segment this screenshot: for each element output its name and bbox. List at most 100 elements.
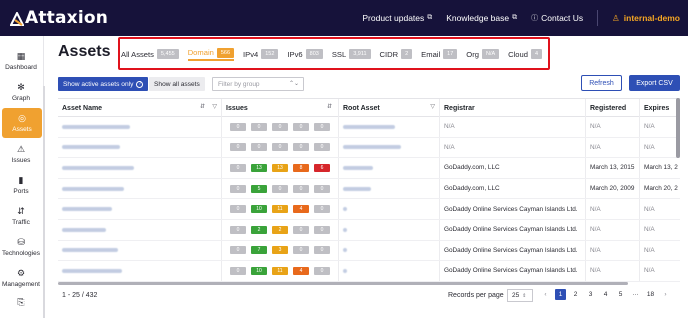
sidebar-item-more[interactable]: ⎘ xyxy=(0,294,42,310)
column-registrar[interactable]: Registrar xyxy=(440,99,586,117)
issue-count-badge[interactable]: 0 xyxy=(230,205,246,214)
sidebar-scrollbar[interactable] xyxy=(43,86,45,318)
records-per-page-select[interactable]: 25 ⇕ xyxy=(507,289,533,302)
root-asset-cell[interactable] xyxy=(339,158,440,178)
table-row[interactable]: 0 10 11 4 0 GoDaddy Online Services Cayman Is… xyxy=(58,199,680,220)
issue-count-badge[interactable]: 0 xyxy=(293,225,309,234)
column-registered[interactable]: Registered xyxy=(586,99,640,117)
asset-name-cell[interactable] xyxy=(58,261,222,281)
issue-count-badge[interactable]: 5 xyxy=(251,184,267,193)
user-menu[interactable]: ♙ internal-demo xyxy=(612,13,680,24)
issue-count-badge[interactable]: 10 xyxy=(251,266,267,275)
issue-count-badge[interactable]: 0 xyxy=(314,184,330,193)
page-button[interactable]: 18 xyxy=(645,289,656,300)
table-row[interactable]: 0 0 0 0 0 N/A N/A N/A xyxy=(58,137,680,159)
attaxion-logo[interactable]: Attaxion xyxy=(9,8,108,28)
root-asset-cell[interactable] xyxy=(339,199,440,219)
page-button[interactable]: 5 xyxy=(615,289,626,300)
asset-name-cell[interactable] xyxy=(58,178,222,199)
page-button[interactable]: 2 xyxy=(570,289,581,300)
issue-count-badge[interactable]: 0 xyxy=(314,225,330,234)
sort-icon[interactable]: ⇵ xyxy=(327,103,332,110)
table-row[interactable]: 0 0 0 0 0 N/A N/A N/A xyxy=(58,117,680,138)
issue-count-badge[interactable]: 0 xyxy=(251,143,267,152)
issue-count-badge[interactable]: 0 xyxy=(230,266,246,275)
sidebar-item-dashboard[interactable]: ▦ Dashboard xyxy=(0,46,42,76)
issue-count-badge[interactable]: 4 xyxy=(293,266,309,275)
asset-name-cell[interactable] xyxy=(58,137,222,158)
issue-count-badge[interactable]: 11 xyxy=(272,266,288,275)
contact-us-link[interactable]: ⓘ Contact Us xyxy=(531,13,583,23)
issue-count-badge[interactable]: 0 xyxy=(251,122,267,131)
knowledge-base-link[interactable]: Knowledge base ⧉ xyxy=(446,13,517,23)
column-expires[interactable]: Expires xyxy=(640,99,680,117)
product-updates-link[interactable]: Product updates ⧉ xyxy=(362,13,432,23)
column-issues[interactable]: Issues ⇵ xyxy=(222,99,339,117)
issue-count-badge[interactable]: 3 xyxy=(272,246,288,255)
filter-icon[interactable]: ▽ xyxy=(430,103,435,110)
root-asset-cell[interactable] xyxy=(339,137,440,158)
sidebar-item-management[interactable]: ⚙ Management xyxy=(0,263,42,293)
issue-count-badge[interactable]: 0 xyxy=(293,184,309,193)
issue-count-badge[interactable]: 8 xyxy=(293,163,309,172)
issue-count-badge[interactable]: 0 xyxy=(230,143,246,152)
sidebar-item-ports[interactable]: ▮ Ports xyxy=(0,170,42,200)
root-asset-cell[interactable] xyxy=(339,178,440,199)
show-all-assets-button[interactable]: Show all assets xyxy=(149,77,205,91)
issue-count-badge[interactable]: 2 xyxy=(272,225,288,234)
issue-count-badge[interactable]: 6 xyxy=(314,163,330,172)
issue-count-badge[interactable]: 0 xyxy=(314,266,330,275)
issue-count-badge[interactable]: 0 xyxy=(293,143,309,152)
issue-count-badge[interactable]: 7 xyxy=(251,246,267,255)
refresh-button[interactable]: Refresh xyxy=(581,75,622,91)
root-asset-cell[interactable] xyxy=(339,240,440,261)
issue-count-badge[interactable]: 13 xyxy=(272,163,288,172)
filter-icon[interactable]: ▽ xyxy=(212,103,217,110)
issue-count-badge[interactable]: 0 xyxy=(293,122,309,131)
table-vertical-scrollbar[interactable] xyxy=(676,98,680,158)
table-row[interactable]: 0 5 0 0 0 GoDaddy.com, LLC March 20, 2009 March… xyxy=(58,178,680,200)
table-row[interactable]: 0 2 2 0 0 GoDaddy Online Services Cayman Isla… xyxy=(58,220,680,241)
column-root-asset[interactable]: Root Asset ▽ xyxy=(339,99,440,117)
issue-count-badge[interactable]: 0 xyxy=(293,246,309,255)
column-asset-name[interactable]: Asset Name ⇵ ▽ xyxy=(58,99,222,117)
root-asset-cell[interactable] xyxy=(339,261,440,281)
page-button[interactable]: 1 xyxy=(555,289,566,300)
sidebar-item-issues[interactable]: ⚠ Issues xyxy=(0,139,42,169)
issue-count-badge[interactable]: 13 xyxy=(251,163,267,172)
issue-count-badge[interactable]: 11 xyxy=(272,205,288,214)
issue-count-badge[interactable]: 10 xyxy=(251,205,267,214)
asset-name-cell[interactable] xyxy=(58,220,222,240)
sidebar-item-technologies[interactable]: ⛁ Technologies xyxy=(0,232,42,262)
issue-count-badge[interactable]: 0 xyxy=(230,122,246,131)
issue-count-badge[interactable]: 0 xyxy=(272,143,288,152)
export-csv-button[interactable]: Export CSV xyxy=(629,75,680,91)
table-row[interactable]: 0 10 11 4 0 GoDaddy Online Services Cayman Is… xyxy=(58,261,680,282)
table-row[interactable]: 0 13 13 8 6 GoDaddy.com, LLC March 13, 2015 Mar… xyxy=(58,158,680,179)
issue-count-badge[interactable]: 0 xyxy=(272,122,288,131)
root-asset-cell[interactable] xyxy=(339,220,440,240)
sidebar-item-assets[interactable]: ◎ Assets xyxy=(2,108,42,138)
issue-count-badge[interactable]: 0 xyxy=(230,163,246,172)
sort-icon[interactable]: ⇵ xyxy=(200,103,205,110)
issue-count-badge[interactable]: 0 xyxy=(230,225,246,234)
page-button[interactable]: 4 xyxy=(600,289,611,300)
asset-name-cell[interactable] xyxy=(58,199,222,219)
issue-count-badge[interactable]: 0 xyxy=(314,246,330,255)
asset-name-cell[interactable] xyxy=(58,117,222,137)
issue-count-badge[interactable]: 2 xyxy=(251,225,267,234)
next-page-icon[interactable]: › xyxy=(660,289,671,300)
table-horizontal-scrollbar[interactable] xyxy=(58,282,628,285)
sidebar-item-graph[interactable]: ✻ Graph xyxy=(0,77,42,107)
group-filter-select[interactable]: Filter by group ⌃⌄ xyxy=(212,77,304,91)
issue-count-badge[interactable]: 0 xyxy=(230,184,246,193)
asset-name-cell[interactable] xyxy=(58,240,222,261)
page-button[interactable]: 3 xyxy=(585,289,596,300)
prev-page-icon[interactable]: ‹ xyxy=(540,289,551,300)
root-asset-cell[interactable] xyxy=(339,117,440,137)
issue-count-badge[interactable]: 0 xyxy=(230,246,246,255)
sidebar-item-traffic[interactable]: ⇵ Traffic xyxy=(0,201,42,231)
issue-count-badge[interactable]: 4 xyxy=(293,205,309,214)
issue-count-badge[interactable]: 0 xyxy=(272,184,288,193)
show-active-assets-button[interactable]: Show active assets only ? xyxy=(58,77,149,91)
